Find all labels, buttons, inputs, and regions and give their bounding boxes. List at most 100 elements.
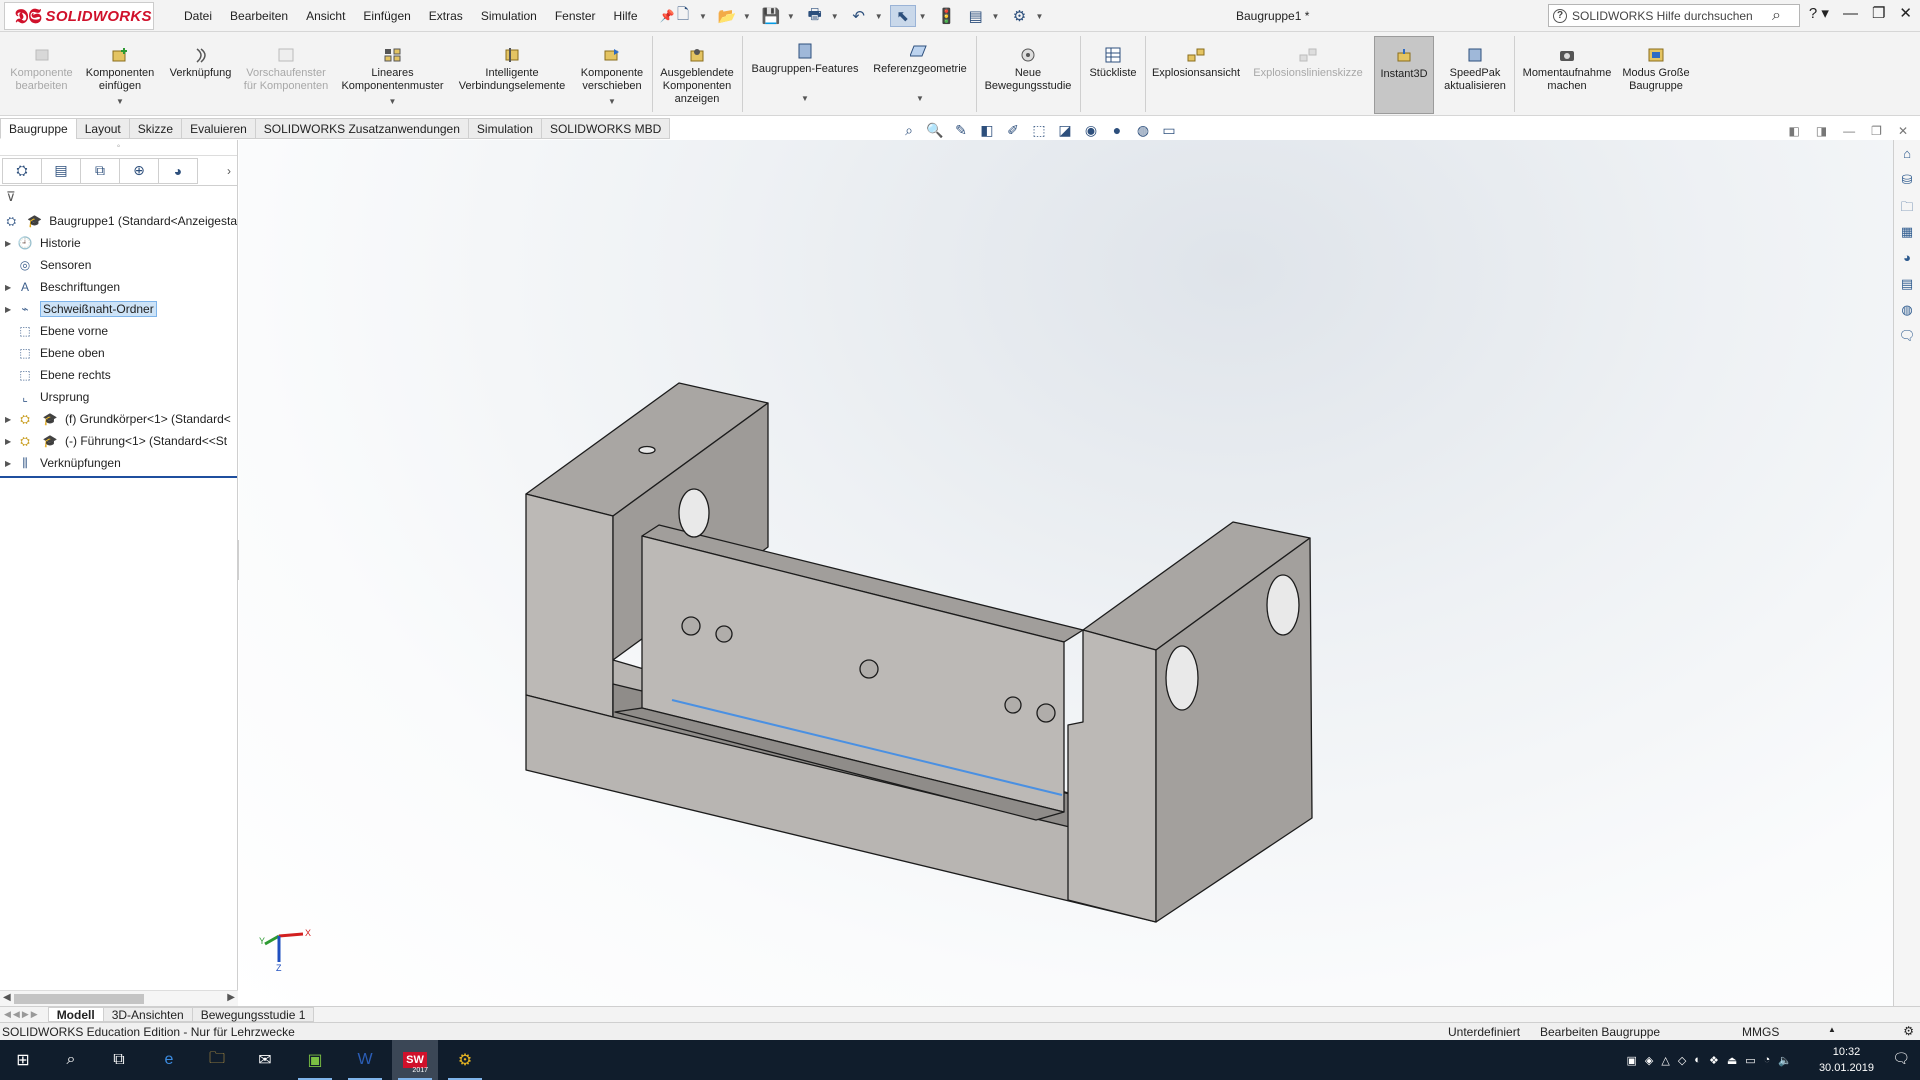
new-motion-study-button[interactable]: Neue Bewegungsstudie: [980, 46, 1076, 93]
scroll-right-icon[interactable]: ▶: [227, 992, 235, 1003]
task-view-icon[interactable]: ⧉: [96, 1040, 142, 1080]
word-icon[interactable]: W: [342, 1040, 388, 1080]
tree-item-schweissnaht[interactable]: ▶ ⌁ Schweißnaht-Ordner: [0, 298, 237, 320]
battery-icon[interactable]: ▭: [1745, 1054, 1755, 1067]
expand-arrow-icon[interactable]: ▶: [5, 415, 15, 424]
menu-ansicht[interactable]: Ansicht: [297, 9, 354, 23]
custom-properties-icon[interactable]: ▤: [1896, 276, 1918, 296]
bom-button[interactable]: Stückliste: [1083, 46, 1143, 80]
instant3d-button[interactable]: Instant3D: [1374, 36, 1434, 114]
section-view-icon[interactable]: ◧: [976, 120, 998, 140]
close-icon[interactable]: ✕: [1899, 4, 1912, 22]
forum-icon[interactable]: 🗨: [1896, 328, 1918, 348]
windows-start-icon[interactable]: ⊞: [0, 1040, 46, 1080]
featuremanager-tab-icon[interactable]: ⛭: [2, 157, 42, 184]
tab-nav-arrows-icon[interactable]: ◀◀▶▶: [4, 1009, 40, 1020]
linear-pattern-dropdown-icon[interactable]: ▼: [335, 95, 450, 108]
menu-fenster[interactable]: Fenster: [546, 9, 605, 23]
tree-item-ursprung[interactable]: ⌞ Ursprung: [0, 386, 237, 408]
pane-grip-icon[interactable]: ◦: [0, 140, 237, 156]
edit-component-button[interactable]: Komponente bearbeiten: [4, 46, 79, 93]
edge-browser-icon[interactable]: e: [146, 1040, 192, 1080]
tree-item-fuehrung[interactable]: ▶ ⛭ 🎓 (-) Führung<1> (Standard<<St: [0, 430, 237, 452]
unit-system-dropdown-icon[interactable]: ▲: [1828, 1025, 1836, 1034]
tree-item-ebene-vorne[interactable]: ⬚ Ebene vorne: [0, 320, 237, 342]
tab-baugruppe[interactable]: Baugruppe: [0, 118, 77, 139]
mate-button[interactable]: Verknüpfung: [163, 46, 238, 80]
smart-fasteners-button[interactable]: Intelligente Verbindungselemente: [453, 46, 571, 93]
show-hidden-components-button[interactable]: Ausgeblendete Komponenten anzeigen: [655, 46, 739, 106]
tab-modell[interactable]: Modell: [47, 1007, 104, 1022]
configurationmanager-tab-icon[interactable]: ⧉: [80, 157, 120, 184]
search-icon[interactable]: ⌕: [1772, 7, 1781, 25]
open-dropdown-icon[interactable]: ▼: [743, 12, 751, 21]
solidworks-taskbar-button[interactable]: SW 2017: [392, 1040, 438, 1080]
network-icon[interactable]: ◔: [1764, 1054, 1771, 1066]
file-properties-icon[interactable]: ▤: [963, 5, 989, 27]
doc-tile-left-icon[interactable]: ◧: [1788, 124, 1799, 138]
edit-appearance-icon[interactable]: ●: [1106, 120, 1128, 140]
tray-app-icon[interactable]: △: [1661, 1054, 1669, 1067]
rebuild-traffic-light-icon[interactable]: 🚦: [934, 5, 960, 27]
linear-pattern-button[interactable]: Lineares Komponentenmuster ▼: [335, 46, 450, 108]
menu-bearbeiten[interactable]: Bearbeiten: [221, 9, 297, 23]
tree-item-sensoren[interactable]: ◎ Sensoren: [0, 254, 237, 276]
rollback-bar[interactable]: [0, 476, 237, 478]
tray-app-icon[interactable]: ▣: [1626, 1054, 1636, 1067]
doc-close-icon[interactable]: ✕: [1898, 124, 1908, 138]
component-preview-button[interactable]: Vorschaufenster für Komponenten: [240, 46, 332, 93]
print-icon[interactable]: 🖶: [802, 5, 828, 27]
tab-layout[interactable]: Layout: [75, 118, 130, 139]
help-search-input[interactable]: ? SOLIDWORKS Hilfe durchsuchen ⌕: [1548, 4, 1800, 27]
tree-item-beschriftungen[interactable]: ▶ A Beschriftungen: [0, 276, 237, 298]
tree-item-ebene-rechts[interactable]: ⬚ Ebene rechts: [0, 364, 237, 386]
scroll-left-icon[interactable]: ◀: [3, 992, 11, 1003]
undo-dropdown-icon[interactable]: ▼: [875, 12, 883, 21]
tab-skizze[interactable]: Skizze: [128, 118, 183, 139]
apply-scene-icon[interactable]: ◍: [1132, 120, 1154, 140]
tray-app-icon[interactable]: ◈: [1645, 1054, 1653, 1067]
view-palette-icon[interactable]: ▦: [1896, 224, 1918, 244]
doc-tile-right-icon[interactable]: ◨: [1816, 124, 1827, 138]
minimize-icon[interactable]: —: [1843, 5, 1858, 22]
snapshot-button[interactable]: Momentaufnahme machen: [1517, 46, 1617, 93]
expand-arrow-icon[interactable]: ▶: [5, 459, 15, 468]
print-dropdown-icon[interactable]: ▼: [831, 12, 839, 21]
file-props-dropdown-icon[interactable]: ▼: [992, 12, 1000, 21]
open-icon[interactable]: 📂: [714, 5, 740, 27]
tab-zusatzanwendungen[interactable]: SOLIDWORKS Zusatzanwendungen: [254, 118, 469, 139]
tray-app-icon[interactable]: ❖: [1709, 1054, 1719, 1067]
view-settings-icon[interactable]: ▭: [1158, 120, 1180, 140]
save-dropdown-icon[interactable]: ▼: [787, 12, 795, 21]
restore-icon[interactable]: ❐: [1872, 4, 1885, 22]
tray-app-icon[interactable]: ◐: [1694, 1054, 1701, 1066]
speedpak-update-button[interactable]: SpeedPak aktualisieren: [1438, 46, 1512, 93]
edrawings-icon[interactable]: ▣: [292, 1040, 338, 1080]
menu-simulation[interactable]: Simulation: [472, 9, 546, 23]
tree-root[interactable]: ⛭ 🎓 Baugruppe1 (Standard<Anzeigesta: [0, 210, 237, 232]
tab-mbd[interactable]: SOLIDWORKS MBD: [540, 118, 671, 139]
display-style-icon[interactable]: ◪: [1054, 120, 1076, 140]
tray-app-icon[interactable]: ⏏: [1727, 1054, 1737, 1067]
solidworks-logo[interactable]: 𝕯𝕾 SOLIDWORKS: [4, 2, 154, 30]
tree-item-ebene-oben[interactable]: ⬚ Ebene oben: [0, 342, 237, 364]
filter-icon[interactable]: ⊽: [0, 186, 237, 208]
mail-icon[interactable]: ✉: [242, 1040, 288, 1080]
previous-view-icon[interactable]: ✎: [950, 120, 972, 140]
tab-3d-ansichten[interactable]: 3D-Ansichten: [102, 1007, 193, 1022]
graphics-area[interactable]: X Y Z: [239, 140, 1893, 1006]
dimxpert-tab-icon[interactable]: ⊕: [119, 157, 159, 184]
exploded-view-button[interactable]: Explosionsansicht: [1148, 46, 1244, 80]
appearances-icon[interactable]: ◕: [1896, 250, 1918, 270]
tree-item-verknuepfungen[interactable]: ▶ ⫼ Verknüpfungen: [0, 452, 237, 474]
menu-hilfe[interactable]: Hilfe: [605, 9, 647, 23]
reference-geometry-button[interactable]: Referenzgeometrie ▼: [868, 42, 972, 105]
new-dropdown-icon[interactable]: ▼: [699, 12, 707, 21]
select-dropdown-icon[interactable]: ▼: [919, 12, 927, 21]
rebuild-status-icon[interactable]: ⚙: [1903, 1024, 1914, 1038]
assembly-model[interactable]: [239, 140, 1893, 1006]
tab-simulation[interactable]: Simulation: [467, 118, 542, 139]
select-pointer-icon[interactable]: ⬉: [889, 5, 916, 27]
large-assembly-mode-button[interactable]: Modus Große Baugruppe: [1620, 46, 1692, 93]
file-explorer-icon[interactable]: 🗀: [1896, 198, 1918, 218]
